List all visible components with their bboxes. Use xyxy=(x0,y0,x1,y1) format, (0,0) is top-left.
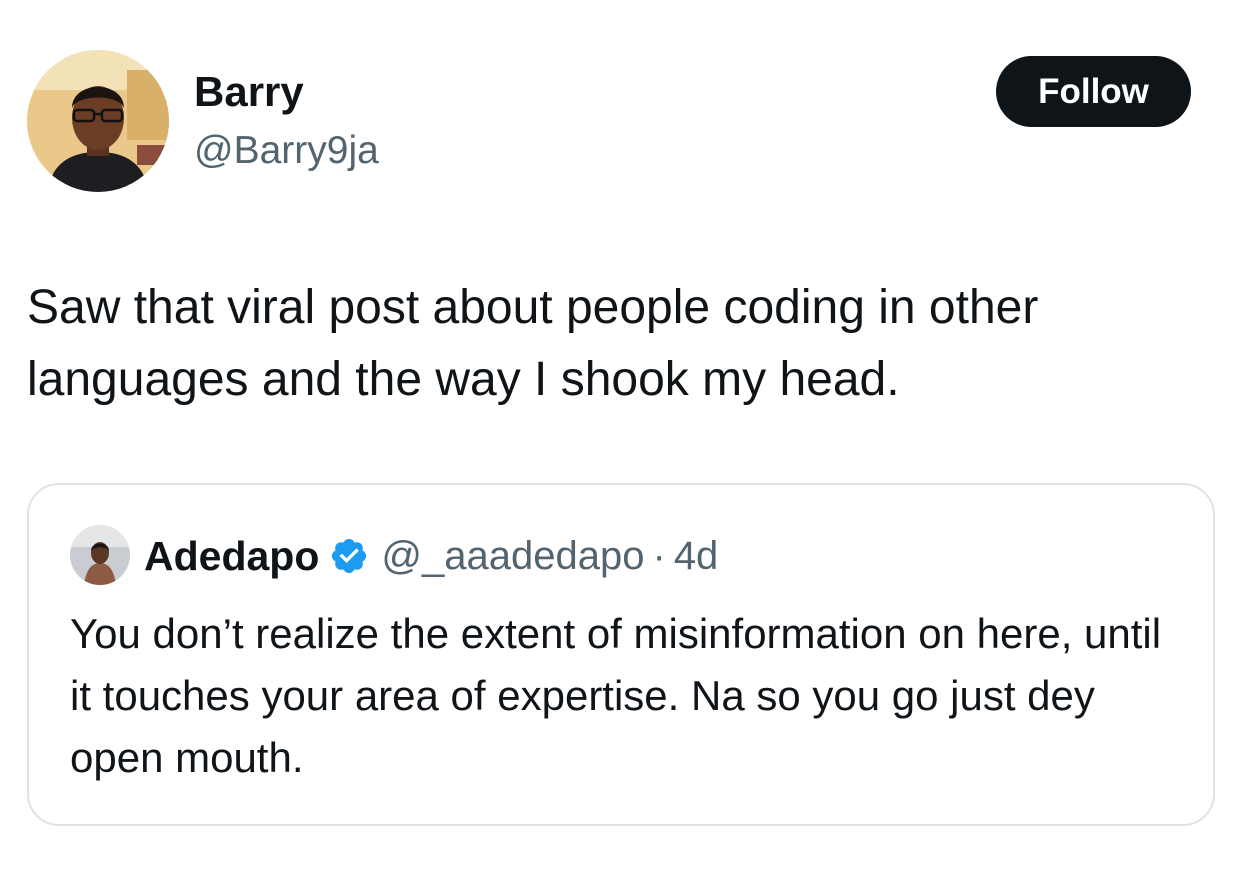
quoted-tweet[interactable]: Adedapo @_aaadedapo · 4d You don’t reali… xyxy=(27,483,1215,826)
author-avatar[interactable] xyxy=(27,50,169,192)
author-name[interactable]: Barry xyxy=(194,66,304,118)
author-handle[interactable]: @Barry9ja xyxy=(194,126,379,176)
profile-photo-icon xyxy=(27,50,169,192)
quoted-author-handle[interactable]: @_aaadedapo xyxy=(381,534,644,579)
quoted-tweet-header: Adedapo @_aaadedapo · 4d xyxy=(144,529,718,583)
quoted-author-name[interactable]: Adedapo xyxy=(144,533,319,580)
quoted-profile-photo-icon xyxy=(70,525,130,585)
tweet-card: Barry @Barry9ja Follow Saw that viral po… xyxy=(0,0,1242,871)
tweet-text: Saw that viral post about people coding … xyxy=(27,281,1039,406)
follow-button[interactable]: Follow xyxy=(996,56,1191,127)
quoted-author-avatar[interactable] xyxy=(70,525,130,585)
quoted-tweet-text: You don’t realize the extent of misinfor… xyxy=(70,610,1162,781)
separator-dot: · xyxy=(652,533,666,578)
verified-badge-icon xyxy=(329,536,369,576)
quoted-tweet-time[interactable]: 4d xyxy=(674,534,719,579)
